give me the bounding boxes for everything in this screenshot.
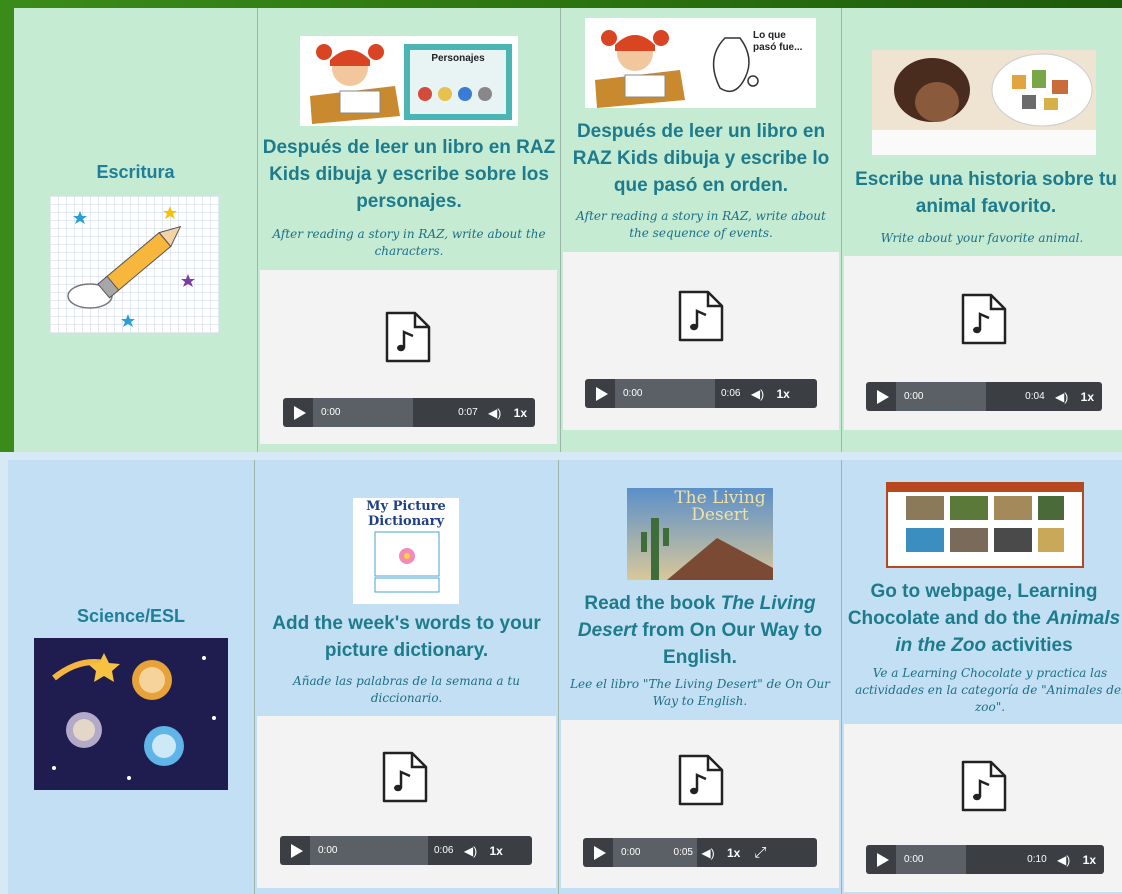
image-caption: Personajes: [431, 53, 485, 64]
play-icon[interactable]: [866, 845, 896, 874]
activity-card: Personajes Después de leer un libro en R…: [258, 8, 560, 452]
card-subtitle: After reading a story in RAZ, write abou…: [576, 209, 826, 240]
volume-icon[interactable]: ◀︎): [1053, 853, 1075, 867]
music-file-icon: [382, 751, 428, 803]
current-time: 0:00: [321, 407, 341, 418]
progress-track[interactable]: 0:00: [313, 398, 413, 427]
play-icon[interactable]: [866, 382, 896, 411]
music-file-icon: [678, 754, 724, 806]
duration: 0:06: [721, 388, 741, 399]
expand-icon[interactable]: ⤢: [748, 844, 772, 861]
activity-card: Lo que pasó fue... Después de leer un li…: [561, 8, 841, 452]
image-caption: My Picture Dictionary: [366, 499, 446, 529]
sequence-image: Lo que pasó fue...: [585, 18, 816, 108]
volume-icon[interactable]: ◀︎): [746, 387, 768, 401]
audio-player[interactable]: 0:00 0:10 ◀︎) 1x: [866, 845, 1104, 874]
progress-track[interactable]: 0:00: [896, 382, 986, 411]
current-time: 0:00: [904, 854, 924, 865]
duration: 0:07: [458, 407, 478, 418]
audio-player[interactable]: 0:00 0:04 ◀︎) 1x: [866, 382, 1102, 411]
living-desert-book-image: The Living Desert: [627, 488, 773, 580]
card-subtitle: Ve a Learning Chocolate y practica las a…: [855, 666, 1122, 714]
duration: 0:05: [673, 847, 693, 858]
music-file-icon: [961, 293, 1007, 345]
current-time: 0:00: [623, 388, 643, 399]
characters-image: Personajes: [300, 36, 518, 126]
volume-icon[interactable]: ◀︎): [484, 406, 506, 420]
playback-rate-button[interactable]: 1x: [481, 844, 510, 858]
audio-embed: 0:00 0:07 ◀︎) 1x: [260, 270, 557, 444]
title-text: activities: [986, 635, 1073, 656]
activity-card: My Picture Dictionary Add the week's wor…: [255, 460, 558, 894]
rocket-pencil-image: [50, 196, 219, 333]
audio-embed: 0:00 0:10 ◀︎) 1x: [844, 724, 1122, 892]
card-title: Después de leer un libro en RAZ Kids dib…: [262, 137, 556, 212]
audio-player[interactable]: 0:00 0:07 ◀︎) 1x: [283, 398, 535, 427]
duration: 0:10: [1027, 854, 1047, 865]
card-title: Después de leer un libro en RAZ Kids dib…: [572, 121, 830, 196]
playback-rate-button[interactable]: 1x: [1073, 390, 1102, 404]
playback-rate-button[interactable]: 1x: [768, 387, 797, 401]
playback-rate-button[interactable]: 1x: [506, 406, 535, 420]
current-time: 0:00: [904, 391, 924, 402]
audio-embed: 0:00 0:04 ◀︎) 1x: [844, 256, 1122, 430]
activity-card: The Living Desert Read the book The Livi…: [559, 460, 841, 894]
card-title: Read the book The Living Desert from On …: [563, 590, 837, 671]
progress-track[interactable]: 0:00: [310, 836, 428, 865]
title-text: Read the book: [584, 593, 721, 614]
activity-card: Escribe una historia sobre tu animal fav…: [842, 8, 1122, 452]
play-icon[interactable]: [585, 379, 615, 408]
music-file-icon: [961, 760, 1007, 812]
audio-player[interactable]: 0:00 0:06 ◀︎) 1x: [585, 379, 817, 408]
audio-player[interactable]: 0:00 0:06 ◀︎) 1x: [280, 836, 532, 865]
volume-icon[interactable]: ◀︎): [459, 844, 481, 858]
audio-player[interactable]: 0:00 0:05 ◀︎) 1x ⤢: [583, 838, 817, 867]
card-subtitle: After reading a story in RAZ, write abou…: [272, 227, 546, 258]
card-title: Escribe una historia sobre tu animal fav…: [855, 169, 1117, 217]
play-icon[interactable]: [583, 838, 613, 867]
card-subtitle: Write about your favorite animal.: [880, 231, 1084, 245]
zoo-webpage-image: [886, 482, 1084, 568]
row-label-cell-escritura: Escritura: [14, 8, 257, 452]
duration: 0:04: [1025, 391, 1045, 402]
row-label: Science/ESL: [76, 606, 186, 626]
play-icon[interactable]: [283, 398, 313, 427]
girl-drawing-animals-image: [872, 50, 1096, 155]
music-file-icon: [678, 290, 724, 342]
audio-embed: 0:00 0:06 ◀︎) 1x: [563, 252, 839, 430]
progress-track[interactable]: 0:00: [615, 379, 715, 408]
volume-icon[interactable]: ◀︎): [1051, 390, 1073, 404]
card-subtitle: Lee el libro "The Living Desert" de On O…: [570, 677, 830, 708]
audio-embed: 0:00 0:06 ◀︎) 1x: [257, 716, 556, 888]
card-title: Go to webpage, Learning Chocolate and do…: [842, 578, 1122, 659]
playback-rate-button[interactable]: 1x: [719, 846, 748, 860]
playback-rate-button[interactable]: 1x: [1075, 853, 1104, 867]
row-label-cell-science-esl: Science/ESL: [8, 460, 254, 894]
progress-track[interactable]: 0:00 0:05: [613, 838, 697, 867]
image-caption: The Living Desert: [674, 488, 766, 525]
picture-dictionary-image: My Picture Dictionary: [353, 498, 459, 604]
card-title: Add the week's words to your picture dic…: [272, 613, 541, 661]
card-subtitle: Añade las palabras de la semana a tu dic…: [293, 674, 520, 705]
title-text: from On Our Way to English.: [637, 620, 823, 668]
current-time: 0:00: [621, 847, 641, 858]
image-caption: Lo que pasó fue...: [753, 30, 803, 53]
volume-icon[interactable]: ◀︎): [697, 846, 719, 860]
music-file-icon: [385, 311, 431, 363]
audio-embed: 0:00 0:05 ◀︎) 1x ⤢: [561, 720, 839, 888]
play-icon[interactable]: [280, 836, 310, 865]
activity-card: Go to webpage, Learning Chocolate and do…: [842, 460, 1122, 894]
progress-track[interactable]: 0:00: [896, 845, 966, 874]
space-animals-image: [34, 638, 228, 790]
row-label: Escritura: [96, 162, 175, 182]
duration: 0:06: [434, 845, 454, 856]
current-time: 0:00: [318, 845, 338, 856]
